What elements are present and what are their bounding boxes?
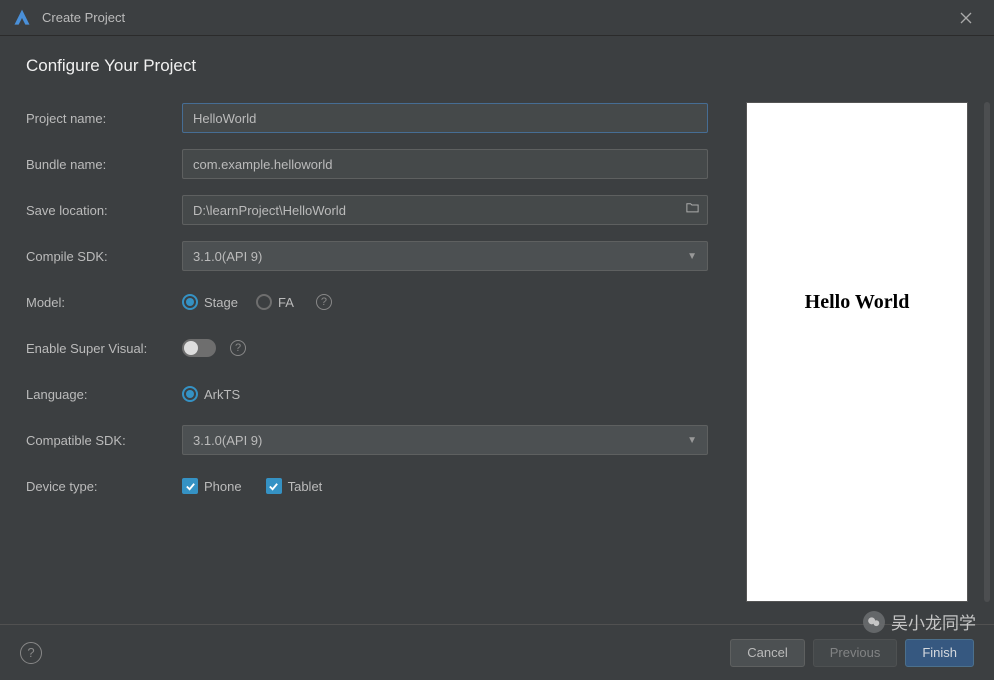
- compatible-sdk-value: 3.1.0(API 9): [193, 433, 262, 448]
- bundle-name-row: Bundle name:: [26, 148, 708, 180]
- radio-icon: [182, 386, 198, 402]
- window-title: Create Project: [42, 10, 950, 25]
- compile-sdk-select[interactable]: 3.1.0(API 9) ▼: [182, 241, 708, 271]
- browse-folder-button[interactable]: [685, 200, 700, 220]
- close-icon: [960, 12, 972, 24]
- device-type-row: Device type: Phone Tablet: [26, 470, 708, 502]
- model-row: Model: Stage FA ?: [26, 286, 708, 318]
- save-location-label: Save location:: [26, 203, 182, 218]
- compatible-sdk-select[interactable]: 3.1.0(API 9) ▼: [182, 425, 708, 455]
- language-radio-arkts[interactable]: ArkTS: [182, 386, 240, 402]
- model-radio-stage[interactable]: Stage: [182, 294, 238, 310]
- enable-super-visual-row: Enable Super Visual: ?: [26, 332, 708, 364]
- checkbox-icon: [266, 478, 282, 494]
- bundle-name-input[interactable]: [182, 149, 708, 179]
- chevron-down-icon: ▼: [687, 251, 697, 262]
- radio-icon: [256, 294, 272, 310]
- radio-icon: [182, 294, 198, 310]
- previous-button[interactable]: Previous: [813, 639, 898, 667]
- cancel-button[interactable]: Cancel: [730, 639, 804, 667]
- language-arkts-label: ArkTS: [204, 387, 240, 402]
- compatible-sdk-row: Compatible SDK: 3.1.0(API 9) ▼: [26, 424, 708, 456]
- compile-sdk-value: 3.1.0(API 9): [193, 249, 262, 264]
- device-preview: Hello World: [746, 102, 968, 602]
- page-header: Configure Your Project: [26, 56, 968, 76]
- checkbox-icon: [182, 478, 198, 494]
- save-location-row: Save location:: [26, 194, 708, 226]
- model-label: Model:: [26, 295, 182, 310]
- chevron-down-icon: ▼: [687, 435, 697, 446]
- compile-sdk-label: Compile SDK:: [26, 249, 182, 264]
- save-location-input[interactable]: [182, 195, 708, 225]
- device-tablet-checkbox[interactable]: Tablet: [266, 478, 323, 494]
- bundle-name-label: Bundle name:: [26, 157, 182, 172]
- close-button[interactable]: [950, 4, 982, 32]
- enable-super-visual-help-button[interactable]: ?: [230, 340, 246, 356]
- project-name-label: Project name:: [26, 111, 182, 126]
- preview-panel: Hello World: [746, 102, 968, 614]
- compatible-sdk-label: Compatible SDK:: [26, 433, 182, 448]
- footer: ? Cancel Previous Finish: [0, 624, 994, 680]
- folder-icon: [685, 200, 700, 215]
- app-logo-icon: [12, 8, 32, 28]
- device-tablet-label: Tablet: [288, 479, 323, 494]
- compile-sdk-row: Compile SDK: 3.1.0(API 9) ▼: [26, 240, 708, 272]
- device-phone-label: Phone: [204, 479, 242, 494]
- enable-super-visual-toggle[interactable]: [182, 339, 216, 357]
- project-name-input[interactable]: [182, 103, 708, 133]
- language-label: Language:: [26, 387, 182, 402]
- finish-button[interactable]: Finish: [905, 639, 974, 667]
- device-phone-checkbox[interactable]: Phone: [182, 478, 242, 494]
- main-content: Configure Your Project Project name: Bun…: [0, 36, 994, 624]
- scrollbar[interactable]: [984, 102, 990, 602]
- language-row: Language: ArkTS: [26, 378, 708, 410]
- title-bar: Create Project: [0, 0, 994, 36]
- model-fa-label: FA: [278, 295, 294, 310]
- project-name-row: Project name:: [26, 102, 708, 134]
- preview-content: Hello World: [805, 291, 910, 314]
- enable-super-visual-label: Enable Super Visual:: [26, 341, 182, 356]
- model-help-button[interactable]: ?: [316, 294, 332, 310]
- model-radio-fa[interactable]: FA: [256, 294, 294, 310]
- form-panel: Project name: Bundle name: Save location…: [26, 102, 708, 614]
- device-type-label: Device type:: [26, 479, 182, 494]
- model-stage-label: Stage: [204, 295, 238, 310]
- help-button[interactable]: ?: [20, 642, 42, 664]
